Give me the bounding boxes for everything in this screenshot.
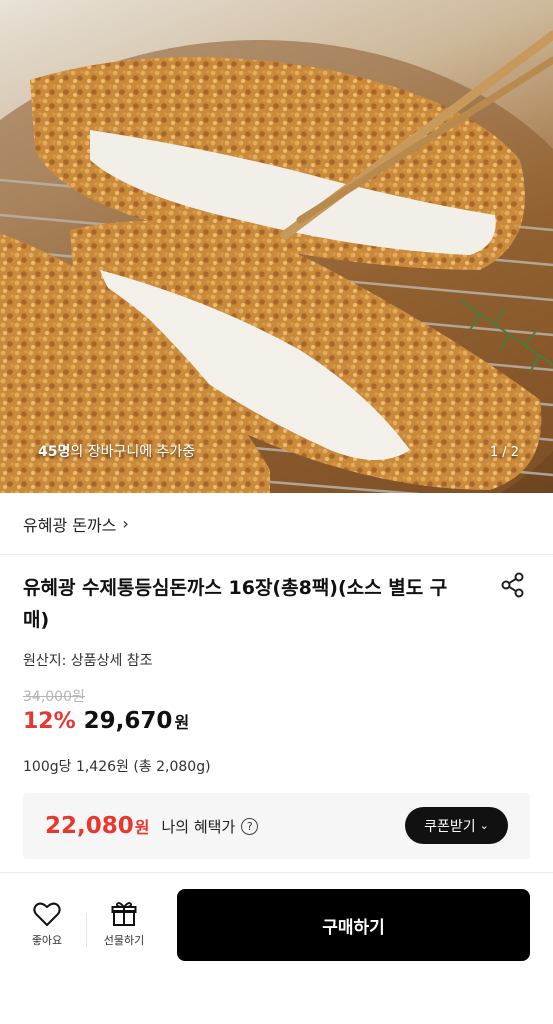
gift-icon (111, 902, 137, 926)
brand-name: 유혜광 돈까스 (23, 515, 117, 535)
product-image-carousel[interactable]: 45명의 장바구니에 추가중 1 / 2 (0, 0, 553, 493)
cart-count: 45명 (38, 444, 71, 460)
unit-price: 100g당 1,426원 (총 2,080g) (23, 759, 211, 775)
divider (86, 913, 87, 947)
like-label: 좋아요 (31, 934, 63, 947)
benefit-price-panel: 22,080 원 나의 혜택가 ? 쿠폰받기 ⌄ (23, 793, 530, 859)
brand-link[interactable]: 유혜광 돈까스 › (0, 493, 553, 555)
carousel-page-indicator: 1 / 2 (489, 445, 519, 460)
cart-activity-note: 45명의 장바구니에 추가중 (38, 441, 195, 461)
product-title: 유혜광 수제통등심돈까스 16장(총8팩)(소스 별도 구매) (23, 577, 448, 631)
like-button[interactable]: 좋아요 (26, 901, 68, 948)
benefit-label: 나의 혜택가 (161, 817, 236, 836)
original-price: 34,000원 (23, 689, 85, 705)
heart-icon (33, 902, 61, 926)
sale-price: 29,670 (83, 708, 173, 734)
price-row: 12% 29,670 원 (23, 708, 189, 734)
gift-label: 선물하기 (103, 934, 145, 947)
price-currency: 원 (174, 713, 190, 732)
chevron-right-icon: › (122, 514, 129, 533)
help-icon[interactable]: ? (241, 817, 259, 835)
product-image (0, 30, 553, 493)
cart-activity-text: 의 장바구니에 추가중 (70, 444, 196, 460)
buy-button[interactable]: 구매하기 (177, 889, 530, 961)
benefit-currency: 원 (134, 818, 150, 837)
origin-info: 원산지: 상품상세 참조 (23, 653, 153, 669)
share-icon[interactable] (499, 571, 527, 599)
discount-rate: 12% (23, 709, 76, 734)
benefit-price: 22,080 (45, 813, 134, 839)
coupon-label: 쿠폰받기 (424, 818, 476, 835)
get-coupon-button[interactable]: 쿠폰받기 ⌄ (405, 807, 508, 844)
bottom-action-bar: 좋아요 선물하기 구매하기 (0, 873, 553, 1024)
chevron-down-icon: ⌄ (479, 819, 489, 832)
gift-button[interactable]: 선물하기 (96, 901, 152, 948)
